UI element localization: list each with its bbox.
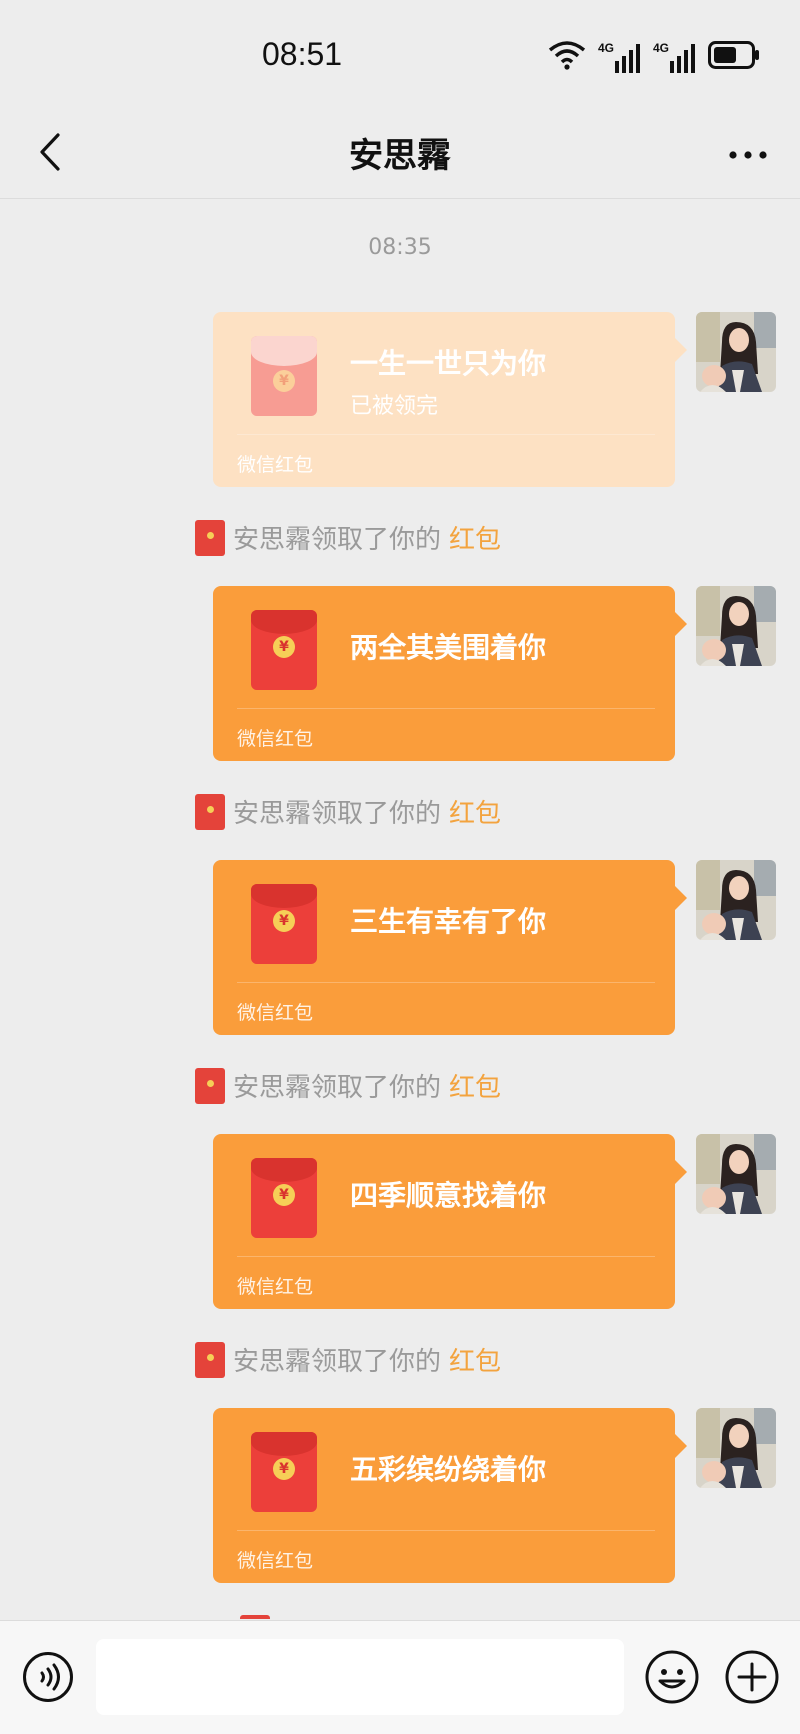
red-packet-small-icon <box>194 1341 225 1378</box>
message-timestamp: 08:35 <box>368 235 432 260</box>
wifi-icon <box>548 40 586 74</box>
chat-header: 安思霿 <box>0 110 800 199</box>
chat-input-bar <box>0 1620 800 1734</box>
red-packet-small-icon <box>194 793 225 830</box>
battery-icon <box>708 41 760 73</box>
red-packet-divider <box>237 708 655 709</box>
more-dots-icon <box>728 145 768 164</box>
message-row: ¥ 一生一世只为你 已被领完 微信红包 <box>0 312 800 487</box>
red-packet-status: 已被领完 <box>350 394 439 419</box>
chat-title: 安思霿 <box>349 136 451 176</box>
notice-red-packet-link[interactable]: 红包 <box>449 1067 501 1104</box>
avatar[interactable] <box>696 586 776 666</box>
red-packet-message[interactable]: ¥ 五彩缤纷绕着你 微信红包 <box>213 1408 687 1583</box>
status-icons: 4G 4G <box>548 40 760 74</box>
plus-button[interactable] <box>724 1649 780 1705</box>
system-notice: 安思霿领取了你的 红包 <box>0 519 800 559</box>
status-time: 08:51 <box>262 36 343 72</box>
avatar[interactable] <box>696 860 776 940</box>
notice-red-packet-link[interactable]: 红包 <box>449 1341 501 1378</box>
red-packet-title: 一生一世只为你 <box>350 347 547 380</box>
red-packet-small-icon <box>240 1615 270 1619</box>
red-envelope-icon: ¥ <box>251 1158 317 1238</box>
red-packet-small-icon <box>194 1067 225 1104</box>
cell-signal-icon-2: 4G <box>653 41 696 73</box>
red-packet-title: 三生有幸有了你 <box>350 905 547 938</box>
red-packet-small-icon <box>194 519 225 556</box>
red-envelope-icon: ¥ <box>251 884 317 964</box>
message-row: ¥ 五彩缤纷绕着你 微信红包 <box>0 1408 800 1583</box>
voice-button[interactable] <box>22 1651 74 1703</box>
avatar[interactable] <box>696 1408 776 1488</box>
red-packet-divider <box>237 1256 655 1257</box>
notice-text: 安思霿领取了你的 <box>232 1073 441 1103</box>
cell-signal-icon-1: 4G <box>598 41 641 73</box>
status-bar: 08:51 4G 4G <box>0 0 800 110</box>
notice-text: 安思霿领取了你的 <box>232 799 441 829</box>
red-packet-message[interactable]: ¥ 四季顺意找着你 微信红包 <box>213 1134 687 1309</box>
red-packet-title: 四季顺意找着你 <box>350 1179 547 1212</box>
notice-red-packet-link[interactable]: 红包 <box>449 519 501 556</box>
more-button[interactable] <box>720 128 776 180</box>
red-packet-title: 两全其美围着你 <box>350 631 547 664</box>
red-packet-label: 微信红包 <box>237 1550 314 1572</box>
red-packet-label: 微信红包 <box>237 1002 314 1024</box>
red-packet-label: 微信红包 <box>237 454 314 476</box>
red-packet-title: 五彩缤纷绕着你 <box>350 1453 547 1486</box>
message-input[interactable] <box>96 1639 624 1715</box>
voice-icon <box>22 1652 74 1707</box>
red-envelope-icon: ¥ <box>251 336 317 416</box>
emoji-icon <box>644 1650 700 1709</box>
emoji-button[interactable] <box>644 1649 700 1705</box>
message-row: ¥ 两全其美围着你 微信红包 <box>0 586 800 761</box>
chat-message-list[interactable]: 08:35 ¥ 一生一世只为你 已被领完 微信红包 安思霿领取了你的 红包 ¥ … <box>0 199 800 1619</box>
avatar[interactable] <box>696 312 776 392</box>
red-envelope-icon: ¥ <box>251 1432 317 1512</box>
red-envelope-icon: ¥ <box>251 610 317 690</box>
avatar[interactable] <box>696 1134 776 1214</box>
system-notice: 安思霿领取了你的 红包 <box>0 793 800 833</box>
red-packet-divider <box>237 982 655 983</box>
red-packet-label: 微信红包 <box>237 728 314 750</box>
red-packet-message[interactable]: ¥ 两全其美围着你 微信红包 <box>213 586 687 761</box>
system-notice: 安思霿领取了你的 红包 <box>0 1067 800 1107</box>
red-packet-message[interactable]: ¥ 一生一世只为你 已被领完 微信红包 <box>213 312 687 487</box>
network-type-1: 4G <box>597 41 614 55</box>
red-packet-divider <box>237 434 655 435</box>
message-row: ¥ 四季顺意找着你 微信红包 <box>0 1134 800 1309</box>
red-packet-message[interactable]: ¥ 三生有幸有了你 微信红包 <box>213 860 687 1035</box>
notice-red-packet-link[interactable]: 红包 <box>449 793 501 830</box>
red-packet-label: 微信红包 <box>237 1276 314 1298</box>
system-notice: 安思霿领取了你的 红包 <box>0 1341 800 1381</box>
red-packet-divider <box>237 1530 655 1531</box>
notice-text: 安思霿领取了你的 <box>232 1347 441 1377</box>
plus-icon <box>724 1650 780 1709</box>
notice-text: 安思霿领取了你的 <box>232 525 441 555</box>
network-type-2: 4G <box>652 41 669 55</box>
message-row: ¥ 三生有幸有了你 微信红包 <box>0 860 800 1035</box>
